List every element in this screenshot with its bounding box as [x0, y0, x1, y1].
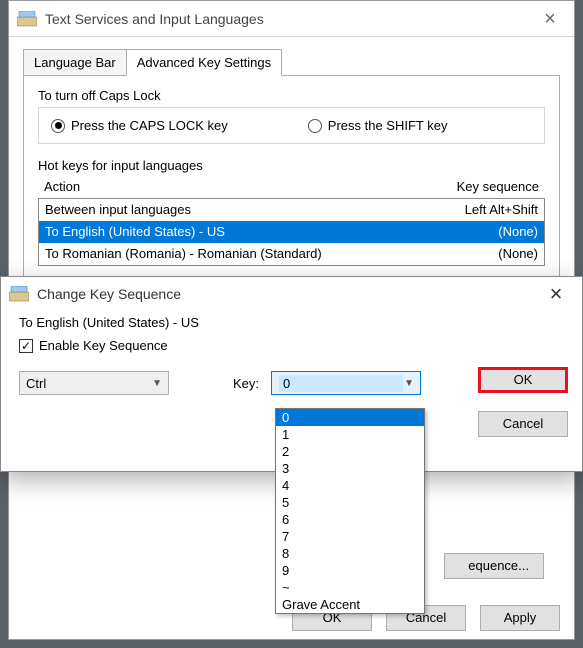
keyboard-icon	[17, 11, 37, 27]
modifier-value: Ctrl	[26, 376, 46, 391]
list-item-action: To Romanian (Romania) - Romanian (Standa…	[45, 246, 498, 261]
change-key-sequence-button[interactable]: equence...	[444, 553, 544, 579]
list-item-seq: (None)	[498, 224, 538, 239]
parent-title: Text Services and Input Languages	[45, 11, 530, 27]
dropdown-item[interactable]: 7	[276, 528, 424, 545]
parent-apply-button[interactable]: Apply	[480, 605, 560, 631]
close-icon[interactable]: ×	[534, 283, 578, 305]
chevron-down-icon: ▼	[404, 378, 414, 389]
radio-shift-label: Press the SHIFT key	[328, 118, 448, 133]
key-value: 0	[279, 375, 403, 392]
checkbox-icon: ✓	[19, 339, 33, 353]
col-seq-header: Key sequence	[457, 179, 539, 194]
child-titlebar: Change Key Sequence ×	[1, 277, 582, 311]
list-item-action: Between input languages	[45, 202, 465, 217]
enable-key-sequence-label: Enable Key Sequence	[39, 338, 168, 353]
key-label: Key:	[233, 376, 259, 391]
radio-icon	[51, 119, 65, 133]
tab-advanced-key-settings[interactable]: Advanced Key Settings	[126, 49, 282, 76]
list-item[interactable]: To English (United States) - US (None)	[39, 221, 544, 243]
tab-language-bar[interactable]: Language Bar	[23, 49, 127, 76]
hotkeys-list[interactable]: Between input languages Left Alt+Shift T…	[38, 198, 545, 266]
dropdown-item[interactable]: 5	[276, 494, 424, 511]
caps-lock-group: Press the CAPS LOCK key Press the SHIFT …	[38, 107, 545, 144]
dropdown-item[interactable]: 6	[276, 511, 424, 528]
key-dropdown-list[interactable]: 0 1 2 3 4 5 6 7 8 9 ~ Grave Accent	[275, 408, 425, 614]
dropdown-item[interactable]: 2	[276, 443, 424, 460]
child-cancel-button[interactable]: Cancel	[478, 411, 568, 437]
list-item-seq: Left Alt+Shift	[465, 202, 538, 217]
dropdown-item[interactable]: 3	[276, 460, 424, 477]
dropdown-item[interactable]: 1	[276, 426, 424, 443]
tab-strip: Language Bar Advanced Key Settings	[23, 49, 560, 76]
key-combo[interactable]: 0 ▼	[271, 371, 421, 395]
dropdown-item[interactable]: ~	[276, 579, 424, 596]
radio-icon	[308, 119, 322, 133]
parent-titlebar: Text Services and Input Languages ×	[9, 1, 574, 37]
dropdown-item[interactable]: 9	[276, 562, 424, 579]
list-item-action: To English (United States) - US	[45, 224, 498, 239]
radio-caps-lock[interactable]: Press the CAPS LOCK key	[51, 118, 228, 133]
dropdown-item[interactable]: Grave Accent	[276, 596, 424, 613]
keyboard-icon	[9, 286, 29, 302]
col-action-header: Action	[44, 179, 457, 194]
caps-lock-group-label: To turn off Caps Lock	[38, 88, 545, 103]
child-title: Change Key Sequence	[37, 286, 534, 302]
list-item-seq: (None)	[498, 246, 538, 261]
radio-caps-lock-label: Press the CAPS LOCK key	[71, 118, 228, 133]
list-item[interactable]: To Romanian (Romania) - Romanian (Standa…	[39, 243, 544, 265]
modifier-combo[interactable]: Ctrl ▼	[19, 371, 169, 395]
list-item[interactable]: Between input languages Left Alt+Shift	[39, 199, 544, 221]
tab-content: To turn off Caps Lock Press the CAPS LOC…	[23, 75, 560, 279]
dropdown-item[interactable]: 8	[276, 545, 424, 562]
child-ok-button[interactable]: OK	[478, 367, 568, 393]
hotkeys-group-label: Hot keys for input languages	[38, 158, 545, 173]
child-subtitle: To English (United States) - US	[19, 315, 564, 330]
radio-shift[interactable]: Press the SHIFT key	[308, 118, 448, 133]
chevron-down-icon: ▼	[152, 378, 162, 389]
hotkeys-list-header: Action Key sequence	[38, 177, 545, 196]
parent-close-icon: ×	[530, 9, 570, 29]
enable-key-sequence-checkbox[interactable]: ✓ Enable Key Sequence	[19, 338, 564, 353]
dropdown-item[interactable]: 4	[276, 477, 424, 494]
dropdown-item[interactable]: 0	[276, 409, 424, 426]
